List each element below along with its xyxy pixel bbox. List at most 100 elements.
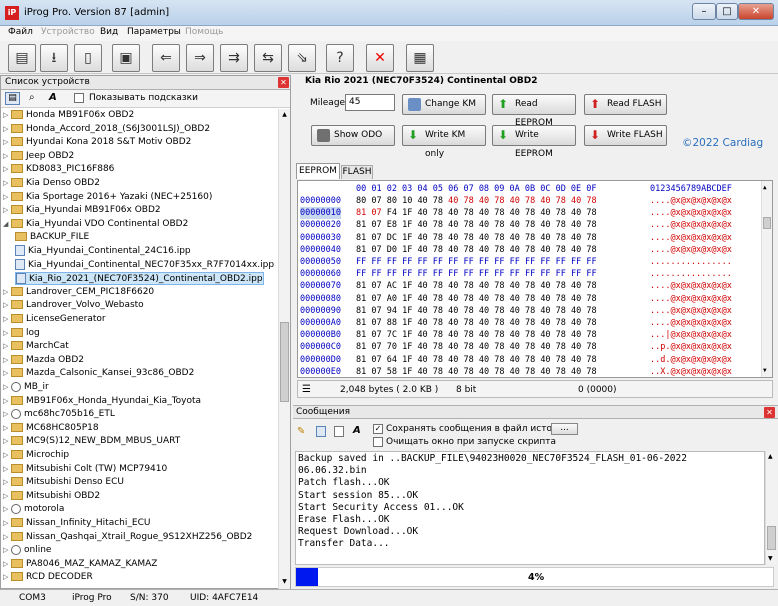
tree-expand-icon[interactable]: ▷ (3, 531, 11, 544)
tree-expand-icon[interactable]: ▷ (3, 109, 11, 122)
hex-scroll-thumb[interactable] (763, 217, 771, 229)
tab-flash[interactable]: FLASH (341, 165, 373, 179)
help-icon[interactable]: ? (326, 44, 354, 72)
tree-item[interactable]: ▷ Kia Denso OBD2 (3, 177, 100, 190)
tree-item[interactable]: Kia_Rio_2021_(NEC70F3524)_Continental_OB… (15, 272, 264, 286)
show-odo-button[interactable]: Show ODO (311, 125, 395, 146)
log-scrollbar[interactable]: ▲ ▼ (765, 451, 777, 565)
menu-view[interactable]: Вид (100, 27, 118, 37)
hex-bytes[interactable]: 81 07 E8 1F 40 78 40 78 40 78 40 78 40 7… (356, 219, 597, 231)
tree-expand-icon[interactable]: ▷ (3, 435, 11, 448)
tree-item[interactable]: ▷ MB_ir (3, 381, 49, 394)
tree-expand-icon[interactable]: ▷ (3, 204, 11, 217)
new-file-icon[interactable]: ▯ (74, 44, 102, 72)
hex-bytes[interactable]: FF FF FF FF FF FF FF FF FF FF FF FF FF F… (356, 268, 597, 280)
minimize-button[interactable]: – (692, 3, 716, 20)
hex-bytes[interactable]: 81 07 D0 1F 40 78 40 78 40 78 40 78 40 7… (356, 244, 597, 256)
hex-bytes[interactable]: 80 07 80 10 40 78 40 78 40 78 40 78 40 7… (356, 195, 597, 207)
read-flash-button[interactable]: ⬆ Read FLASH (584, 94, 667, 115)
change-km-button[interactable]: Change KM (402, 94, 486, 115)
tree-item[interactable]: ▷ Hyundai Kona 2018 S&T Motiv OBD2 (3, 136, 191, 149)
tree-item[interactable]: ▷ Honda MB91F06x OBD2 (3, 109, 134, 122)
maximize-button[interactable]: □ (716, 3, 738, 20)
close-window-button[interactable]: ✕ (738, 3, 774, 20)
copy-icon[interactable] (334, 426, 344, 437)
tree-view-icon[interactable]: ▤ (5, 92, 20, 105)
hex-bytes[interactable]: 81 07 AC 1F 40 78 40 78 40 78 40 78 40 7… (356, 280, 597, 292)
hex-bytes[interactable]: 81 07 DC 1F 40 78 40 78 40 78 40 78 40 7… (356, 232, 597, 244)
menu-file[interactable]: Файл (8, 27, 33, 37)
tree-item[interactable]: ▷ Mazda OBD2 (3, 354, 84, 367)
tree-scroll-thumb[interactable] (280, 322, 289, 402)
chip-icon[interactable]: ▣ (112, 44, 140, 72)
tree-expand-icon[interactable]: ▷ (3, 449, 11, 462)
tree-expand-icon[interactable]: ▷ (3, 422, 11, 435)
hex-bytes[interactable]: 81 07 A0 1F 40 78 40 78 40 78 40 78 40 7… (356, 293, 597, 305)
hex-bytes[interactable]: 81 07 70 1F 40 78 40 78 40 78 40 78 40 7… (356, 341, 597, 353)
write-flash-button[interactable]: ⬇ Write FLASH (584, 125, 667, 146)
load-left-icon[interactable]: ⇐ (152, 44, 180, 72)
menu-params[interactable]: Параметры (127, 27, 181, 37)
tree-expand-icon[interactable]: ▷ (3, 177, 11, 190)
export-icon[interactable]: ⇉ (220, 44, 248, 72)
hex-bytes[interactable]: 81 07 F4 1F 40 78 40 78 40 78 40 78 40 7… (356, 207, 597, 219)
hex-editor[interactable]: 00 01 02 03 04 05 06 07 08 09 0A 0B 0C 0… (297, 180, 773, 378)
tree-item[interactable]: BACKUP_FILE (15, 231, 89, 244)
tree-expand-icon[interactable]: ▷ (3, 327, 11, 340)
tree-item[interactable]: ▷ MarchCat (3, 340, 69, 353)
tree-item[interactable]: ▷ RCD DECODER (3, 571, 93, 584)
tree-item[interactable]: ▷ Mitsubishi Denso ECU (3, 476, 124, 489)
read-eeprom-button[interactable]: ⬆ Read EEPROM (492, 94, 576, 128)
tree-expand-icon[interactable]: ▷ (3, 367, 11, 380)
browse-history-button[interactable]: ... (551, 423, 578, 435)
tree-expand-icon[interactable]: ▷ (3, 136, 11, 149)
show-hints-checkbox[interactable] (74, 93, 84, 104)
tree-item[interactable]: ▷ LicenseGenerator (3, 313, 106, 326)
hex-bytes[interactable]: 81 07 7C 1F 40 78 40 78 40 78 40 78 40 7… (356, 329, 597, 341)
tree-scrollbar[interactable]: ▲ ▼ (278, 109, 290, 589)
tree-item[interactable]: ▷ mc68hc705b16_ETL (3, 408, 115, 421)
tree-expand-icon[interactable]: ▷ (3, 340, 11, 353)
log-scroll-thumb[interactable] (767, 526, 776, 550)
open-folder-icon[interactable]: ▤ (8, 44, 36, 72)
document-icon[interactable] (316, 426, 326, 437)
hex-bytes[interactable]: 81 07 58 1F 40 78 40 78 40 78 40 78 40 7… (356, 366, 597, 377)
tree-item[interactable]: ▷ Mitsubishi Colt (TW) MCP79410 (3, 463, 167, 476)
font-icon[interactable]: A (353, 425, 361, 436)
tree-expand-icon[interactable]: ▷ (3, 395, 11, 408)
tree-item[interactable]: ▷ MC68HC805P18 (3, 422, 99, 435)
hex-bytes[interactable]: 81 07 88 1F 40 78 40 78 40 78 40 78 40 7… (356, 317, 597, 329)
tree-expand-icon[interactable]: ▷ (3, 354, 11, 367)
tree-expand-icon[interactable]: ▷ (3, 191, 11, 204)
save-icon[interactable]: ⭳ (40, 44, 68, 72)
write-km-only-button[interactable]: ⬇ Write KM only (402, 125, 486, 159)
tree-item[interactable]: ▷ MB91F06x_Honda_Hyundai_Kia_Toyota (3, 395, 201, 408)
brush-icon[interactable]: ✎ (297, 426, 305, 437)
tree-expand-icon[interactable]: ▷ (3, 503, 11, 516)
tree-item[interactable]: ▷ Nissan_Qashqai_Xtrail_Rogue_9S12XHZ256_… (3, 531, 252, 544)
tree-item[interactable]: ▷ Kia_Hyundai MB91F06x OBD2 (3, 204, 161, 217)
close-panel-icon[interactable]: ✕ (278, 77, 289, 88)
tree-item[interactable]: ▷ Kia Sportage 2016+ Yazaki (NEC+25160) (3, 191, 212, 204)
tree-expand-icon[interactable]: ▷ (3, 408, 11, 421)
tree-expand-icon[interactable]: ▷ (3, 163, 11, 176)
tree-expand-icon[interactable]: ▷ (3, 123, 11, 136)
tree-item[interactable]: ▷ Microchip (3, 449, 69, 462)
load-right-icon[interactable]: ⇒ (186, 44, 214, 72)
stop-icon[interactable]: ✕ (366, 44, 394, 72)
clear-on-start-checkbox[interactable] (373, 437, 383, 447)
tree-expand-icon[interactable]: ▷ (3, 286, 11, 299)
tree-expand-icon[interactable]: ▷ (3, 150, 11, 163)
swap-icon[interactable]: ⇆ (254, 44, 282, 72)
menu-help[interactable]: Помощь (185, 27, 223, 37)
tree-expand-icon[interactable]: ▷ (3, 299, 11, 312)
tree-item[interactable]: ▷ Jeep OBD2 (3, 150, 74, 163)
tree-item[interactable]: ▷ Landrover_Volvo_Webasto (3, 299, 144, 312)
calculator-icon[interactable]: ▦ (406, 44, 434, 72)
tree-expand-icon[interactable]: ▷ (3, 490, 11, 503)
tab-eeprom[interactable]: EEPROM (296, 163, 340, 179)
write-eeprom-button[interactable]: ⬇ Write EEPROM (492, 125, 576, 159)
tree-expand-icon[interactable]: ▷ (3, 558, 11, 571)
tree-item[interactable]: ▷ Landrover_CEM_PIC18F6620 (3, 286, 154, 299)
search-icon[interactable]: ⌕ (29, 92, 35, 103)
